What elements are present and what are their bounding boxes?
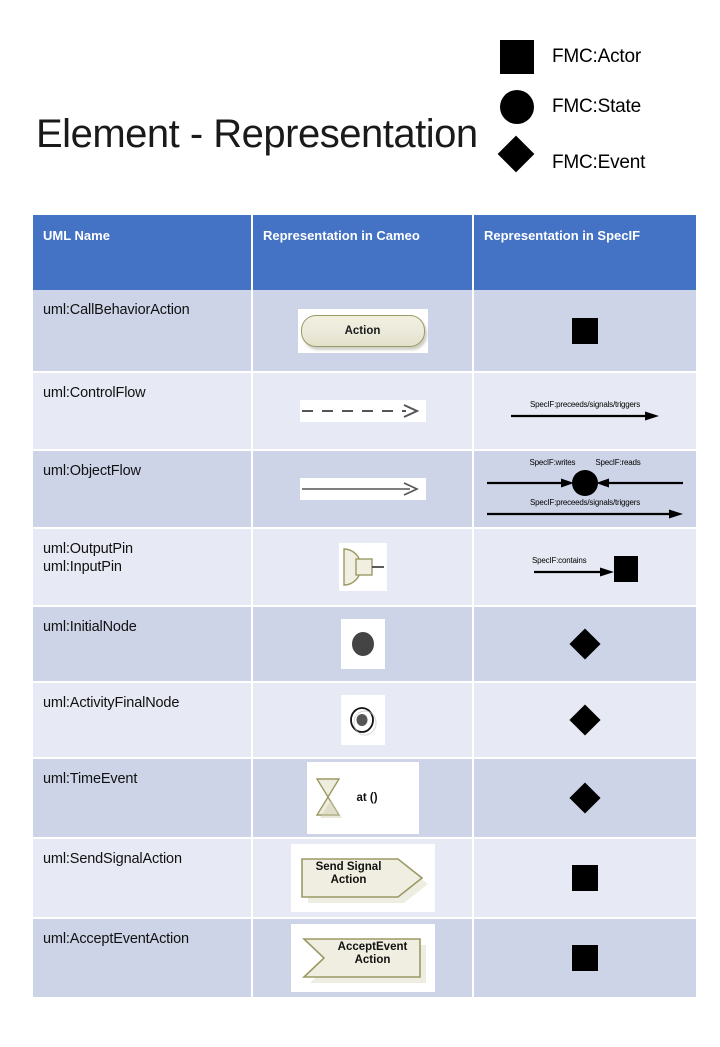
cameo-screenshot (340, 619, 385, 669)
specif-relation-group: SpecIF:contains (532, 552, 638, 582)
cameo-screenshot (338, 543, 387, 591)
activity-final-node-icon (349, 707, 377, 736)
row-name-input-pin: uml:InputPin (43, 559, 122, 576)
legend-item-state: FMC:State (500, 82, 710, 132)
table-header-row: UML Name Representation in Cameo Represe… (33, 215, 696, 290)
row-name-initial-node: uml:InitialNode (33, 607, 253, 683)
row-name-activity-final-node: uml:ActivityFinalNode (33, 683, 253, 759)
legend-item-actor: FMC:Actor (500, 32, 710, 82)
row-name-output-input-pin: uml:OutputPin uml:InputPin (33, 529, 253, 607)
table-row: uml:SendSignalAction Send Signal Action (33, 839, 696, 919)
cameo-send-signal-action: Send Signal Action (253, 839, 474, 919)
time-event-label: at () (356, 792, 378, 804)
relation-label: SpecIF:preceeds/signals/triggers (529, 399, 641, 409)
element-representation-table: UML Name Representation in Cameo Represe… (33, 215, 696, 999)
uml-action-label: Action (344, 324, 381, 337)
specif-initial-node (474, 607, 696, 683)
diamond-icon (497, 135, 552, 173)
table-row: uml:InitialNode (33, 607, 696, 683)
specif-call-behavior-action (474, 290, 696, 373)
legend-label-actor: FMC:Actor (552, 46, 641, 67)
circle-icon (500, 90, 552, 124)
table-row: uml:ActivityFinalNode (33, 683, 696, 759)
uml-pin-icon (342, 548, 384, 586)
cameo-accept-event-action: AcceptEvent Action (253, 919, 474, 999)
relation-label-writes: SpecIF:writes (529, 457, 576, 467)
legend-label-event: FMC:Event (552, 152, 646, 173)
cameo-activity-final-node (253, 683, 474, 759)
arrow-right-icon (534, 567, 614, 576)
column-header-uml-name: UML Name (33, 215, 253, 290)
specif-relation-group: SpecIF:writes SpecIF:reads SpecIF:precee… (485, 457, 685, 520)
specif-accept-event-action (474, 919, 696, 999)
column-header-specif: Representation in SpecIF (474, 215, 696, 290)
row-name-call-behavior-action: uml:CallBehaviorAction (33, 290, 253, 373)
solid-arrow-icon (301, 482, 419, 496)
cameo-object-flow (253, 451, 474, 529)
dashed-arrow-icon (301, 404, 419, 418)
fmc-event-diamond-icon (569, 782, 601, 814)
fmc-event-diamond-icon (569, 704, 601, 736)
specif-activity-final-node (474, 683, 696, 759)
row-name-output-pin: uml:OutputPin (43, 541, 133, 557)
uml-action-node: Action (300, 314, 425, 347)
relation-label-preceeds: SpecIF:preceeds/signals/triggers (529, 497, 641, 507)
arrow-right-icon (511, 411, 659, 420)
column-header-cameo: Representation in Cameo (253, 215, 474, 290)
legend-label-state: FMC:State (552, 96, 641, 117)
cameo-screenshot (299, 400, 426, 422)
table-row: uml:CallBehaviorAction Action (33, 290, 696, 373)
specif-object-flow: SpecIF:writes SpecIF:reads SpecIF:precee… (474, 451, 696, 529)
square-icon (500, 40, 552, 74)
row-name-send-signal-action: uml:SendSignalAction (33, 839, 253, 919)
cameo-screenshot: Action (297, 308, 428, 353)
cameo-screenshot: AcceptEvent Action (290, 924, 435, 992)
cameo-pin (253, 529, 474, 607)
row-name-object-flow: uml:ObjectFlow (33, 451, 253, 529)
specif-pin: SpecIF:contains (474, 529, 696, 607)
fmc-actor-square-icon (614, 556, 638, 582)
cameo-screenshot: at () (306, 762, 419, 834)
arrow-right-icon (487, 509, 683, 518)
cameo-screenshot (299, 478, 426, 500)
page-title: Element - Representation (36, 112, 478, 156)
specif-send-signal-action (474, 839, 696, 919)
relation-label-contains: SpecIF:contains (532, 555, 587, 565)
cameo-initial-node (253, 607, 474, 683)
row-name-control-flow: uml:ControlFlow (33, 373, 253, 451)
cameo-screenshot: Send Signal Action (290, 844, 435, 912)
table-row: uml:ObjectFlow SpecIF:writes SpecIF:read… (33, 451, 696, 529)
fmc-actor-square-icon (572, 865, 598, 891)
initial-node-icon (351, 632, 374, 656)
row-name-accept-event-action: uml:AcceptEventAction (33, 919, 253, 999)
row-name-time-event: uml:TimeEvent (33, 759, 253, 839)
cameo-screenshot (340, 695, 385, 745)
fmc-actor-square-icon (572, 317, 598, 344)
send-signal-label: Send Signal Action (315, 861, 382, 886)
legend-item-event: FMC:Event (497, 132, 710, 176)
hourglass-icon (315, 778, 342, 818)
cameo-time-event: at () (253, 759, 474, 839)
legend: FMC:Actor FMC:State FMC:Event (497, 32, 710, 176)
relation-label-reads: SpecIF:reads (595, 457, 641, 467)
table-row: uml:OutputPin uml:InputPin SpecIF:contai… (33, 529, 696, 607)
fmc-event-diamond-icon (569, 628, 601, 660)
table-row: uml:AcceptEventAction AcceptEvent Action (33, 919, 696, 999)
cameo-control-flow (253, 373, 474, 451)
cameo-call-behavior-action: Action (253, 290, 474, 373)
table-row: uml:TimeEvent at () (33, 759, 696, 839)
relation-labels-top: SpecIF:writes SpecIF:reads (529, 457, 641, 467)
table-row: uml:ControlFlow SpecIF:preceeds/signals/… (33, 373, 696, 451)
fmc-actor-square-icon (572, 945, 598, 971)
specif-relation-group: SpecIF:preceeds/signals/triggers (509, 399, 661, 422)
writes-reads-diagram (487, 469, 683, 496)
specif-control-flow: SpecIF:preceeds/signals/triggers (474, 373, 696, 451)
specif-time-event (474, 759, 696, 839)
accept-event-label: AcceptEvent Action (337, 941, 408, 966)
